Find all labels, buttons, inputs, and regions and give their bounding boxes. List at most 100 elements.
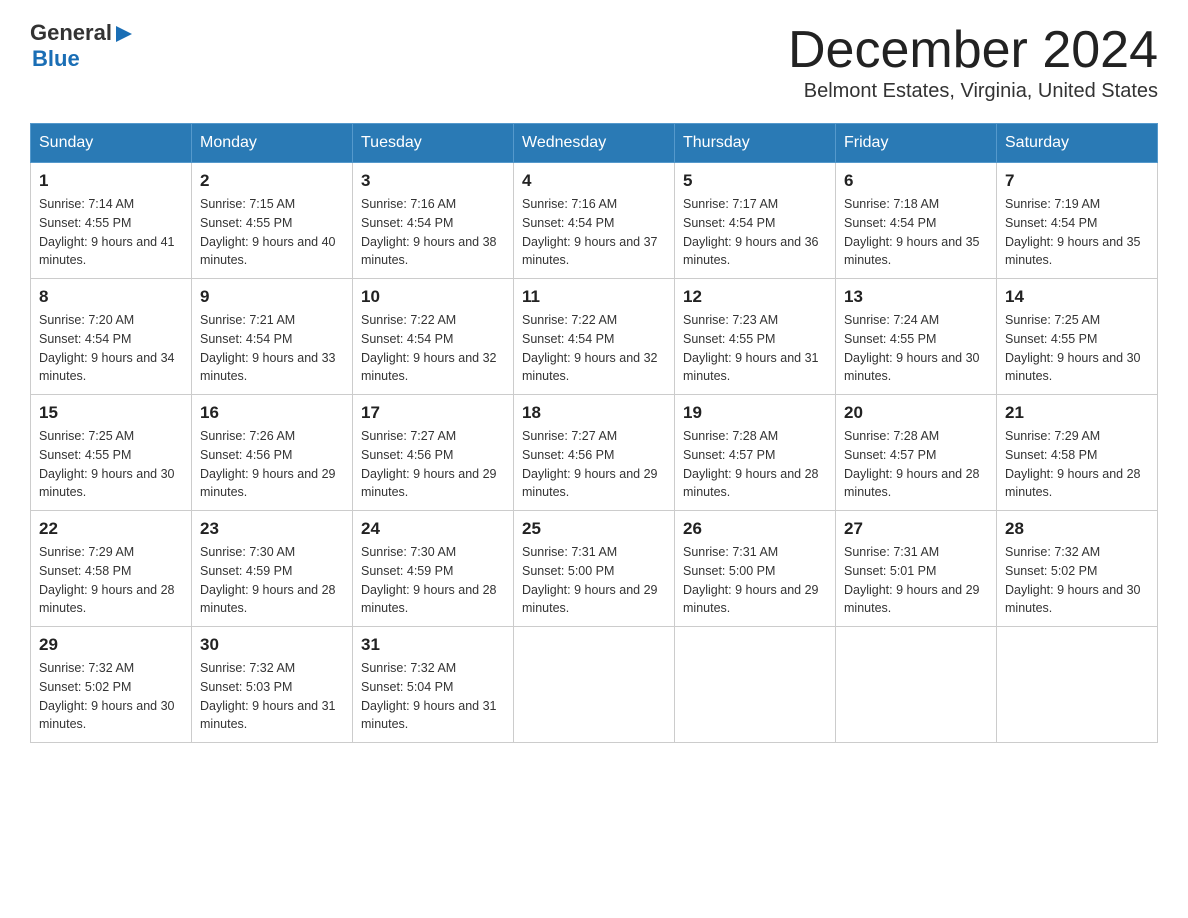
day-info: Sunrise: 7:28 AMSunset: 4:57 PMDaylight:… — [683, 427, 827, 502]
calendar-cell: 18Sunrise: 7:27 AMSunset: 4:56 PMDayligh… — [514, 395, 675, 511]
day-number: 30 — [200, 635, 344, 655]
day-info: Sunrise: 7:14 AMSunset: 4:55 PMDaylight:… — [39, 195, 183, 270]
day-number: 12 — [683, 287, 827, 307]
calendar-cell: 10 Sunrise: 7:22 AMSunset: 4:54 PMDayligh… — [353, 279, 514, 395]
day-number: 19 — [683, 403, 827, 423]
calendar-header-row: SundayMondayTuesdayWednesdayThursdayFrid… — [31, 124, 1158, 163]
calendar-cell: 29 Sunrise: 7:32 AMSunset: 5:02 PMDayligh… — [31, 627, 192, 743]
calendar-cell: 20Sunrise: 7:28 AMSunset: 4:57 PMDayligh… — [836, 395, 997, 511]
day-info: Sunrise: 7:25 AMSunset: 4:55 PMDaylight:… — [39, 427, 183, 502]
day-number: 14 — [1005, 287, 1149, 307]
header-thursday: Thursday — [675, 124, 836, 163]
day-number: 18 — [522, 403, 666, 423]
day-info: Sunrise: 7:32 AMSunset: 5:02 PMDaylight:… — [39, 659, 183, 734]
day-number: 9 — [200, 287, 344, 307]
day-info: Sunrise: 7:26 AMSunset: 4:56 PMDaylight:… — [200, 427, 344, 502]
logo-blue-text: Blue — [32, 46, 134, 72]
header-sunday: Sunday — [31, 124, 192, 163]
calendar-cell: 14 Sunrise: 7:25 AMSunset: 4:55 PMDayligh… — [997, 279, 1158, 395]
day-info: Sunrise: 7:24 AMSunset: 4:55 PMDaylight:… — [844, 311, 988, 386]
calendar-cell: 27 Sunrise: 7:31 AMSunset: 5:01 PMDayligh… — [836, 511, 997, 627]
calendar-cell: 16 Sunrise: 7:26 AMSunset: 4:56 PMDayligh… — [192, 395, 353, 511]
calendar-cell: 30 Sunrise: 7:32 AMSunset: 5:03 PMDayligh… — [192, 627, 353, 743]
calendar-cell — [675, 627, 836, 743]
week-row-3: 15 Sunrise: 7:25 AMSunset: 4:55 PMDayligh… — [31, 395, 1158, 511]
calendar-cell: 15 Sunrise: 7:25 AMSunset: 4:55 PMDayligh… — [31, 395, 192, 511]
day-number: 22 — [39, 519, 183, 539]
day-number: 24 — [361, 519, 505, 539]
day-number: 28 — [1005, 519, 1149, 539]
calendar-cell: 21 Sunrise: 7:29 AMSunset: 4:58 PMDayligh… — [997, 395, 1158, 511]
calendar-cell: 1 Sunrise: 7:14 AMSunset: 4:55 PMDaylight… — [31, 163, 192, 279]
day-number: 2 — [200, 171, 344, 191]
day-info: Sunrise: 7:29 AMSunset: 4:58 PMDaylight:… — [39, 543, 183, 618]
calendar-cell: 26 Sunrise: 7:31 AMSunset: 5:00 PMDayligh… — [675, 511, 836, 627]
day-info: Sunrise: 7:23 AMSunset: 4:55 PMDaylight:… — [683, 311, 827, 386]
day-info: Sunrise: 7:31 AMSunset: 5:00 PMDaylight:… — [522, 543, 666, 618]
day-number: 8 — [39, 287, 183, 307]
calendar-cell: 4 Sunrise: 7:16 AMSunset: 4:54 PMDaylight… — [514, 163, 675, 279]
day-number: 4 — [522, 171, 666, 191]
calendar-cell — [836, 627, 997, 743]
day-info: Sunrise: 7:16 AMSunset: 4:54 PMDaylight:… — [522, 195, 666, 270]
day-number: 25 — [522, 519, 666, 539]
page-title: December 2024 — [788, 20, 1158, 80]
calendar-cell: 22 Sunrise: 7:29 AMSunset: 4:58 PMDayligh… — [31, 511, 192, 627]
calendar-cell: 25 Sunrise: 7:31 AMSunset: 5:00 PMDayligh… — [514, 511, 675, 627]
day-number: 17 — [361, 403, 505, 423]
title-area: December 2024 Belmont Estates, Virginia,… — [788, 20, 1158, 103]
day-info: Sunrise: 7:20 AMSunset: 4:54 PMDaylight:… — [39, 311, 183, 386]
calendar-cell: 12 Sunrise: 7:23 AMSunset: 4:55 PMDayligh… — [675, 279, 836, 395]
day-info: Sunrise: 7:22 AMSunset: 4:54 PMDaylight:… — [361, 311, 505, 386]
day-info: Sunrise: 7:19 AMSunset: 4:54 PMDaylight:… — [1005, 195, 1149, 270]
day-info: Sunrise: 7:17 AMSunset: 4:54 PMDaylight:… — [683, 195, 827, 270]
header-monday: Monday — [192, 124, 353, 163]
day-info: Sunrise: 7:31 AMSunset: 5:00 PMDaylight:… — [683, 543, 827, 618]
day-info: Sunrise: 7:22 AMSunset: 4:54 PMDaylight:… — [522, 311, 666, 386]
day-number: 7 — [1005, 171, 1149, 191]
day-number: 29 — [39, 635, 183, 655]
day-number: 26 — [683, 519, 827, 539]
calendar-table: SundayMondayTuesdayWednesdayThursdayFrid… — [30, 123, 1158, 743]
header-saturday: Saturday — [997, 124, 1158, 163]
calendar-cell: 31 Sunrise: 7:32 AMSunset: 5:04 PMDayligh… — [353, 627, 514, 743]
calendar-cell — [514, 627, 675, 743]
page-header: General Blue December 2024 Belmont Estat… — [30, 20, 1158, 103]
day-info: Sunrise: 7:29 AMSunset: 4:58 PMDaylight:… — [1005, 427, 1149, 502]
day-number: 16 — [200, 403, 344, 423]
day-number: 13 — [844, 287, 988, 307]
day-number: 11 — [522, 287, 666, 307]
day-number: 10 — [361, 287, 505, 307]
day-number: 27 — [844, 519, 988, 539]
day-info: Sunrise: 7:30 AMSunset: 4:59 PMDaylight:… — [361, 543, 505, 618]
day-info: Sunrise: 7:21 AMSunset: 4:54 PMDaylight:… — [200, 311, 344, 386]
day-info: Sunrise: 7:32 AMSunset: 5:02 PMDaylight:… — [1005, 543, 1149, 618]
day-number: 6 — [844, 171, 988, 191]
day-info: Sunrise: 7:25 AMSunset: 4:55 PMDaylight:… — [1005, 311, 1149, 386]
day-number: 31 — [361, 635, 505, 655]
page-subtitle: Belmont Estates, Virginia, United States — [788, 80, 1158, 103]
day-info: Sunrise: 7:32 AMSunset: 5:04 PMDaylight:… — [361, 659, 505, 734]
day-info: Sunrise: 7:15 AMSunset: 4:55 PMDaylight:… — [200, 195, 344, 270]
calendar-cell — [997, 627, 1158, 743]
calendar-cell: 17Sunrise: 7:27 AMSunset: 4:56 PMDayligh… — [353, 395, 514, 511]
calendar-cell: 3Sunrise: 7:16 AMSunset: 4:54 PMDaylight… — [353, 163, 514, 279]
day-number: 21 — [1005, 403, 1149, 423]
calendar-cell: 11 Sunrise: 7:22 AMSunset: 4:54 PMDayligh… — [514, 279, 675, 395]
calendar-cell: 28 Sunrise: 7:32 AMSunset: 5:02 PMDayligh… — [997, 511, 1158, 627]
day-number: 15 — [39, 403, 183, 423]
calendar-cell: 2 Sunrise: 7:15 AMSunset: 4:55 PMDaylight… — [192, 163, 353, 279]
day-number: 3 — [361, 171, 505, 191]
day-info: Sunrise: 7:32 AMSunset: 5:03 PMDaylight:… — [200, 659, 344, 734]
calendar-cell: 5Sunrise: 7:17 AMSunset: 4:54 PMDaylight… — [675, 163, 836, 279]
calendar-cell: 6Sunrise: 7:18 AMSunset: 4:54 PMDaylight… — [836, 163, 997, 279]
week-row-1: 1 Sunrise: 7:14 AMSunset: 4:55 PMDaylight… — [31, 163, 1158, 279]
week-row-4: 22 Sunrise: 7:29 AMSunset: 4:58 PMDayligh… — [31, 511, 1158, 627]
logo-general-text: General — [30, 20, 112, 46]
day-info: Sunrise: 7:31 AMSunset: 5:01 PMDaylight:… — [844, 543, 988, 618]
calendar-cell: 19 Sunrise: 7:28 AMSunset: 4:57 PMDayligh… — [675, 395, 836, 511]
calendar-cell: 23Sunrise: 7:30 AMSunset: 4:59 PMDayligh… — [192, 511, 353, 627]
day-number: 20 — [844, 403, 988, 423]
header-tuesday: Tuesday — [353, 124, 514, 163]
day-number: 1 — [39, 171, 183, 191]
